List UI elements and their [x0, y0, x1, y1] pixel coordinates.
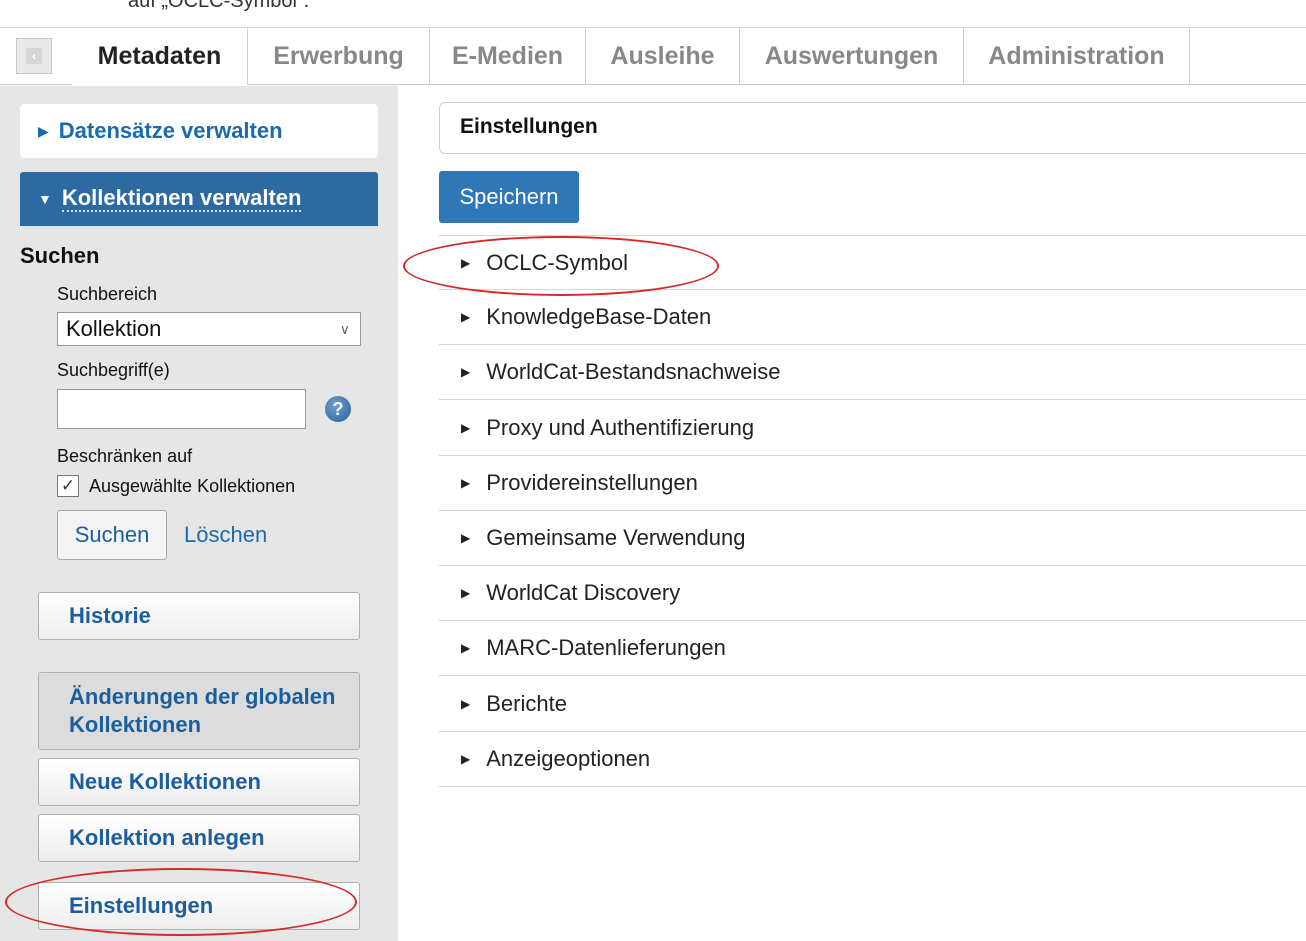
main-tab-bar: ‹ Metadaten Erwerbung E-Medien Ausleihe … [0, 27, 1306, 85]
tab-administration[interactable]: Administration [964, 28, 1190, 85]
triangle-right-icon: ▶ [38, 122, 49, 139]
global-changes-button[interactable]: Änderungen der globalen Kollektionen [38, 672, 360, 750]
datasets-accordion-header[interactable]: ▶ Datensätze verwalten [20, 104, 378, 158]
triangle-right-icon: ▶ [461, 420, 471, 435]
settings-panel-label: Gemeinsame Verwendung [486, 525, 746, 550]
settings-panel-label: Providereinstellungen [486, 469, 698, 495]
triangle-right-icon: ▶ [461, 255, 471, 270]
settings-panel-item[interactable]: ▶ Providereinstellungen [439, 455, 1306, 511]
create-collection-button[interactable]: Kollektion anlegen [38, 814, 360, 862]
tab-e-medien[interactable]: E-Medien [430, 28, 586, 85]
search-button[interactable]: Suchen [57, 510, 167, 560]
settings-panel-item[interactable]: ▶ MARC-Datenlieferungen [439, 621, 1306, 677]
datasets-label: Datensätze verwalten [58, 118, 283, 143]
limit-label: Beschränken auf [57, 446, 193, 466]
triangle-right-icon: ▶ [461, 365, 471, 380]
tab-ausleihe[interactable]: Ausleihe [586, 28, 740, 85]
triangle-right-icon: ▶ [461, 696, 471, 711]
collections-label: Kollektionen verwalten [61, 185, 302, 212]
settings-panel-label: MARC-Datenlieferungen [486, 635, 726, 661]
settings-panel-label: WorldCat Discovery [486, 580, 681, 606]
tab-erwerbung[interactable]: Erwerbung [248, 28, 430, 85]
settings-panel-item[interactable]: ▶ Gemeinsame Verwendung [439, 511, 1306, 566]
search-area-label: Suchbereich [57, 284, 158, 304]
settings-panel-item[interactable]: ▶ WorldCat-Bestandsnachweise [439, 345, 1306, 401]
settings-panel-item[interactable]: ▶ OCLC-Symbol [439, 235, 1306, 290]
triangle-right-icon: ▶ [461, 751, 471, 766]
caption-text: auf „OCLC-Symbol“. [128, 0, 310, 12]
selected-collections-label: Ausgewählte Kollektionen [89, 476, 296, 496]
search-terms-input[interactable] [57, 389, 306, 429]
triangle-right-icon: ▶ [461, 475, 471, 490]
sidebar: ▶ Datensätze verwalten ▼ Kollektionen ve… [0, 86, 398, 941]
selected-collections-checkbox[interactable]: ✓ [57, 475, 79, 497]
settings-panel-label: Proxy und Authentifizierung [486, 414, 755, 440]
help-icon[interactable]: ? [325, 396, 351, 422]
settings-panel-item[interactable]: ▶ KnowledgeBase-Daten [439, 290, 1306, 346]
new-collections-button[interactable]: Neue Kollektionen [38, 758, 360, 806]
history-button[interactable]: Historie [38, 592, 360, 640]
chevron-left-icon: ‹ [26, 48, 42, 64]
settings-panel-label: KnowledgeBase-Daten [486, 304, 712, 330]
search-area-select[interactable]: Kollektion ∨ [57, 312, 361, 346]
search-heading: Suchen [20, 243, 100, 268]
search-area-value: Kollektion [66, 316, 162, 341]
settings-panel-label: Anzeigeoptionen [486, 745, 651, 771]
triangle-right-icon: ▶ [461, 586, 471, 601]
collapse-sidebar-button[interactable]: ‹ [16, 38, 52, 74]
settings-panel-label: OCLC-Symbol [486, 249, 629, 275]
chevron-down-icon: ∨ [339, 321, 350, 337]
save-button[interactable]: Speichern [439, 171, 579, 223]
triangle-right-icon: ▶ [461, 641, 471, 656]
settings-panel-item[interactable]: ▶ Anzeigeoptionen [439, 731, 1306, 787]
settings-panel-label: WorldCat-Bestandsnachweise [486, 359, 781, 385]
settings-panel-item[interactable]: ▶ Proxy und Authentifizierung [439, 400, 1306, 456]
clear-link[interactable]: Löschen [184, 522, 267, 548]
search-terms-label: Suchbegriff(e) [57, 360, 170, 380]
triangle-right-icon: ▶ [461, 310, 471, 325]
settings-panel-item[interactable]: ▶ WorldCat Discovery [439, 566, 1306, 622]
settings-heading: Einstellungen [439, 102, 1306, 154]
settings-panel-item[interactable]: ▶ Berichte [439, 676, 1306, 732]
collections-accordion-header[interactable]: ▼ Kollektionen verwalten [20, 172, 378, 226]
triangle-down-icon: ▼ [38, 191, 52, 207]
tab-auswertungen[interactable]: Auswertungen [740, 28, 964, 85]
triangle-right-icon: ▶ [461, 531, 471, 545]
tab-metadaten[interactable]: Metadaten [72, 28, 248, 85]
settings-panel-label: Berichte [486, 690, 567, 716]
settings-button[interactable]: Einstellungen [38, 882, 360, 930]
